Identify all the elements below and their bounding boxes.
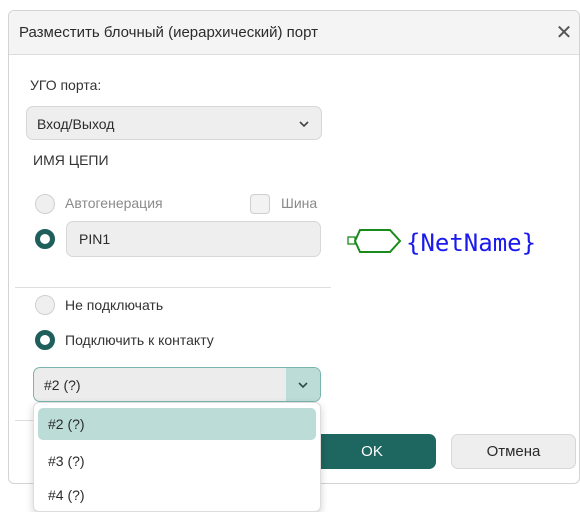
bus-label: Шина <box>281 195 318 211</box>
net-name-section-label: ИМЯ ЦЕПИ <box>33 152 109 168</box>
port-symbol-select[interactable]: Вход/Выход <box>26 106 322 140</box>
ok-button[interactable]: OK <box>308 434 436 469</box>
pin-option[interactable]: #2 (?) <box>38 408 316 440</box>
port-symbol-label: УГО порта: <box>30 77 102 93</box>
bottom-divider <box>15 420 33 421</box>
pin-select[interactable]: #2 (?) <box>33 367 321 402</box>
bus-checkbox[interactable] <box>250 194 270 214</box>
pin-anchor-icon <box>347 236 356 245</box>
pin-dropdown-list: #2 (?) #3 (?) #4 (?) <box>33 402 321 512</box>
chevron-down-icon <box>298 382 308 389</box>
dialog-title: Разместить блочный (иерархический) порт <box>19 24 319 41</box>
pin-option[interactable]: #3 (?) <box>38 445 316 477</box>
port-preview: {NetName} <box>347 229 536 257</box>
net-name-input[interactable] <box>77 230 301 248</box>
pin-option[interactable]: #4 (?) <box>38 479 316 511</box>
dialog-titlebar: Разместить блочный (иерархический) порт … <box>9 11 579 55</box>
manual-name-radio[interactable] <box>35 229 55 249</box>
close-icon[interactable]: ✕ <box>553 22 575 44</box>
no-connect-radio[interactable] <box>35 295 55 315</box>
chevron-down-icon <box>299 121 309 128</box>
net-name-field[interactable] <box>66 221 321 257</box>
port-shape-icon <box>353 229 402 253</box>
pin-select-toggle[interactable] <box>286 368 320 401</box>
preview-net-name: {NetName} <box>406 229 536 257</box>
pin-select-value: #2 (?) <box>44 377 81 393</box>
autogen-label: Автогенерация <box>65 195 163 211</box>
port-symbol-value: Вход/Выход <box>37 116 115 132</box>
no-connect-label: Не подключать <box>65 297 164 313</box>
connect-pin-radio[interactable] <box>35 330 55 350</box>
section-divider <box>15 287 331 288</box>
autogen-radio[interactable] <box>35 194 55 214</box>
cancel-button[interactable]: Отмена <box>451 434 576 469</box>
connect-pin-label: Подключить к контакту <box>65 332 214 348</box>
